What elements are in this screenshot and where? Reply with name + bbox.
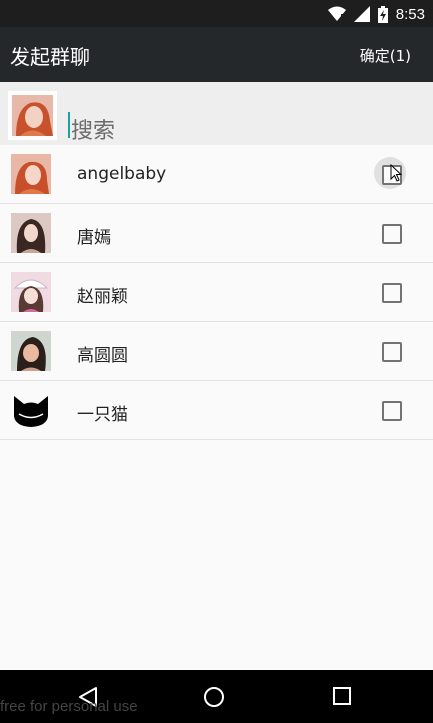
- status-icons: 8:53: [327, 4, 425, 24]
- confirm-button[interactable]: 确定(1): [360, 45, 411, 66]
- contact-list: angelbaby 唐嫣 赵丽颖 高圆圆 一只猫: [0, 145, 433, 440]
- contact-name: 高圆圆: [77, 346, 128, 366]
- status-bar: 8:53: [0, 0, 433, 27]
- page-title: 发起群聊: [10, 45, 90, 69]
- avatar: [11, 154, 51, 194]
- list-item[interactable]: 赵丽颖: [0, 263, 433, 322]
- app-bar: 发起群聊 确定(1): [0, 27, 433, 82]
- list-item[interactable]: 唐嫣: [0, 204, 433, 263]
- contact-name: 赵丽颖: [77, 287, 128, 307]
- list-item[interactable]: 一只猫: [0, 381, 433, 440]
- navigation-bar: [0, 670, 433, 723]
- recents-icon[interactable]: [333, 687, 351, 705]
- battery-icon: [377, 5, 388, 23]
- avatar: [11, 213, 51, 253]
- list-item[interactable]: angelbaby: [0, 145, 433, 204]
- selected-contact-avatar[interactable]: [8, 91, 57, 140]
- avatar: [11, 272, 51, 312]
- signal-icon: [353, 6, 370, 22]
- mouse-cursor-icon: [390, 164, 402, 182]
- contact-name: 一只猫: [77, 405, 128, 425]
- avatar: [11, 390, 51, 430]
- contact-name: angelbaby: [77, 164, 167, 184]
- wifi-icon: [327, 6, 346, 21]
- contact-name: 唐嫣: [77, 228, 111, 248]
- watermark-text: free for personal use: [0, 698, 138, 715]
- list-item[interactable]: 高圆圆: [0, 322, 433, 381]
- cat-icon: [11, 390, 51, 430]
- search-bar: [0, 82, 433, 145]
- home-icon[interactable]: [203, 686, 225, 708]
- select-checkbox[interactable]: [382, 342, 402, 362]
- status-time: 8:53: [395, 5, 425, 23]
- text-cursor: [68, 112, 70, 138]
- avatar: [11, 331, 51, 371]
- select-checkbox[interactable]: [382, 283, 402, 303]
- select-checkbox[interactable]: [382, 224, 402, 244]
- search-input[interactable]: 搜索: [71, 113, 115, 145]
- select-checkbox[interactable]: [382, 401, 402, 421]
